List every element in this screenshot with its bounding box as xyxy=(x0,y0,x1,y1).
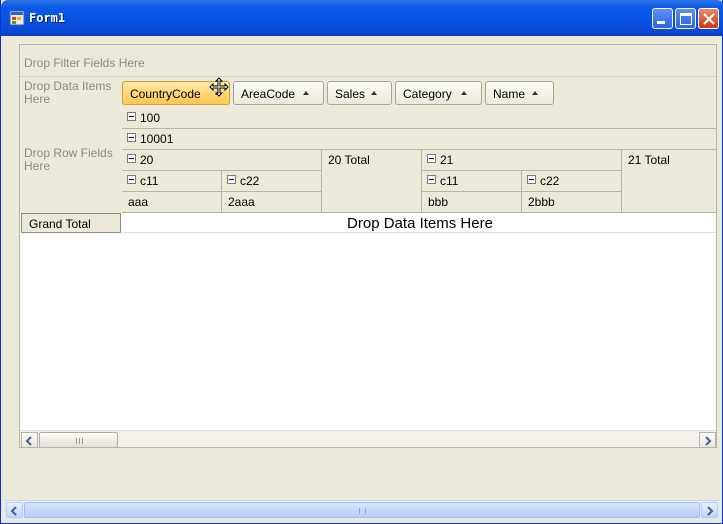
grip-icon xyxy=(76,438,83,444)
column-header-c11[interactable]: c11 xyxy=(422,171,522,192)
field-label: Category xyxy=(403,87,452,101)
collapse-icon[interactable] xyxy=(427,154,436,163)
column-header-2bbb[interactable]: 2bbb xyxy=(522,192,622,213)
column-header-2aaa[interactable]: 2aaa xyxy=(222,192,322,213)
scroll-left-button[interactable] xyxy=(21,432,38,447)
arrow-left-icon xyxy=(10,506,17,516)
column-header-label: 100 xyxy=(140,111,161,125)
field-button-category[interactable]: Category xyxy=(395,81,482,105)
sort-ascending-icon xyxy=(461,91,467,95)
column-header-c22[interactable]: c22 xyxy=(222,171,322,192)
grip-icon xyxy=(359,508,366,514)
field-label: Sales xyxy=(335,87,366,101)
column-header-label: 2aaa xyxy=(228,195,255,209)
minimize-icon xyxy=(657,21,665,24)
grid-horizontal-scrollbar[interactable] xyxy=(20,430,716,447)
collapse-icon[interactable] xyxy=(427,175,436,184)
window-title: Form1 xyxy=(29,11,66,25)
column-header-21[interactable]: 21 xyxy=(422,150,622,171)
data-items-drop-area[interactable]: Drop Data Items Here xyxy=(24,80,119,106)
arrow-right-icon xyxy=(707,506,714,516)
collapse-icon[interactable] xyxy=(227,175,236,184)
form1-window: Form1 Drop Filter Fields Here Drop Data … xyxy=(0,0,723,524)
row-fields-drop-area[interactable]: Drop Row Fields Here xyxy=(24,147,119,173)
sort-ascending-icon xyxy=(532,91,538,95)
form-scroll-left-button[interactable] xyxy=(6,502,23,518)
column-header-10001[interactable]: 10001 xyxy=(122,129,716,150)
arrow-right-icon xyxy=(705,436,712,446)
column-total-label: 20 Total xyxy=(328,153,370,167)
column-header-label: 20 xyxy=(140,153,154,167)
pivot-grid: Drop Filter Fields Here Drop Data Items … xyxy=(19,44,717,448)
form-scroll-thumb[interactable] xyxy=(24,502,700,518)
form-scroll-right-button[interactable] xyxy=(701,502,718,518)
column-header-label: c22 xyxy=(240,174,260,188)
column-header-aaa[interactable]: aaa xyxy=(122,192,222,213)
maximize-button[interactable] xyxy=(675,8,696,29)
column-total-label: 21 Total xyxy=(628,153,670,167)
column-header-20[interactable]: 20 xyxy=(122,150,322,171)
field-button-name[interactable]: Name xyxy=(485,81,554,105)
collapse-icon[interactable] xyxy=(127,175,136,184)
maximize-icon xyxy=(680,13,692,25)
column-header-c11[interactable]: c11 xyxy=(122,171,222,192)
collapse-icon[interactable] xyxy=(127,133,136,142)
column-header-label: bbb xyxy=(428,195,449,209)
title-bar[interactable]: Form1 xyxy=(1,0,723,36)
column-header-label: 10001 xyxy=(140,132,174,146)
column-header-c22[interactable]: c22 xyxy=(522,171,622,192)
scroll-right-button[interactable] xyxy=(699,432,716,447)
filter-divider xyxy=(20,76,716,77)
field-label: Name xyxy=(493,87,526,101)
collapse-icon[interactable] xyxy=(127,112,136,121)
collapse-icon[interactable] xyxy=(527,175,536,184)
scroll-thumb[interactable] xyxy=(39,432,118,447)
column-header-label: aaa xyxy=(128,195,149,209)
close-icon xyxy=(703,13,715,25)
column-header-label: 21 xyxy=(440,153,454,167)
field-label: AreaCode xyxy=(241,87,296,101)
data-drop-label: Drop Data Items Here xyxy=(347,215,493,232)
column-header-label: 2bbb xyxy=(528,195,555,209)
field-button-sales[interactable]: Sales xyxy=(327,81,392,105)
column-header-bbb[interactable]: bbb xyxy=(422,192,522,213)
column-total-21: 21 Total xyxy=(622,150,716,213)
form-horizontal-scrollbar[interactable] xyxy=(5,500,719,519)
data-items-drop-zone[interactable]: Drop Data Items Here xyxy=(122,213,716,233)
column-header-100[interactable]: 100 xyxy=(122,108,716,129)
column-total-20: 20 Total xyxy=(322,150,422,213)
filter-drop-area[interactable]: Drop Filter Fields Here xyxy=(24,57,145,70)
grand-total-header[interactable]: Grand Total xyxy=(21,213,121,233)
minimize-button[interactable] xyxy=(652,8,673,29)
close-button[interactable] xyxy=(698,8,719,29)
column-header-label: c11 xyxy=(440,174,459,188)
sort-ascending-icon xyxy=(371,91,377,95)
field-button-areacode[interactable]: AreaCode xyxy=(233,81,324,105)
column-header-label: c11 xyxy=(140,174,159,188)
field-label: CountryCode xyxy=(130,87,201,101)
collapse-icon[interactable] xyxy=(127,154,136,163)
move-cursor-icon xyxy=(209,77,229,97)
sort-ascending-icon xyxy=(303,91,309,95)
app-icon xyxy=(9,10,25,26)
grand-total-label: Grand Total xyxy=(29,217,91,231)
arrow-left-icon xyxy=(25,436,32,446)
column-header-label: c22 xyxy=(540,174,560,188)
